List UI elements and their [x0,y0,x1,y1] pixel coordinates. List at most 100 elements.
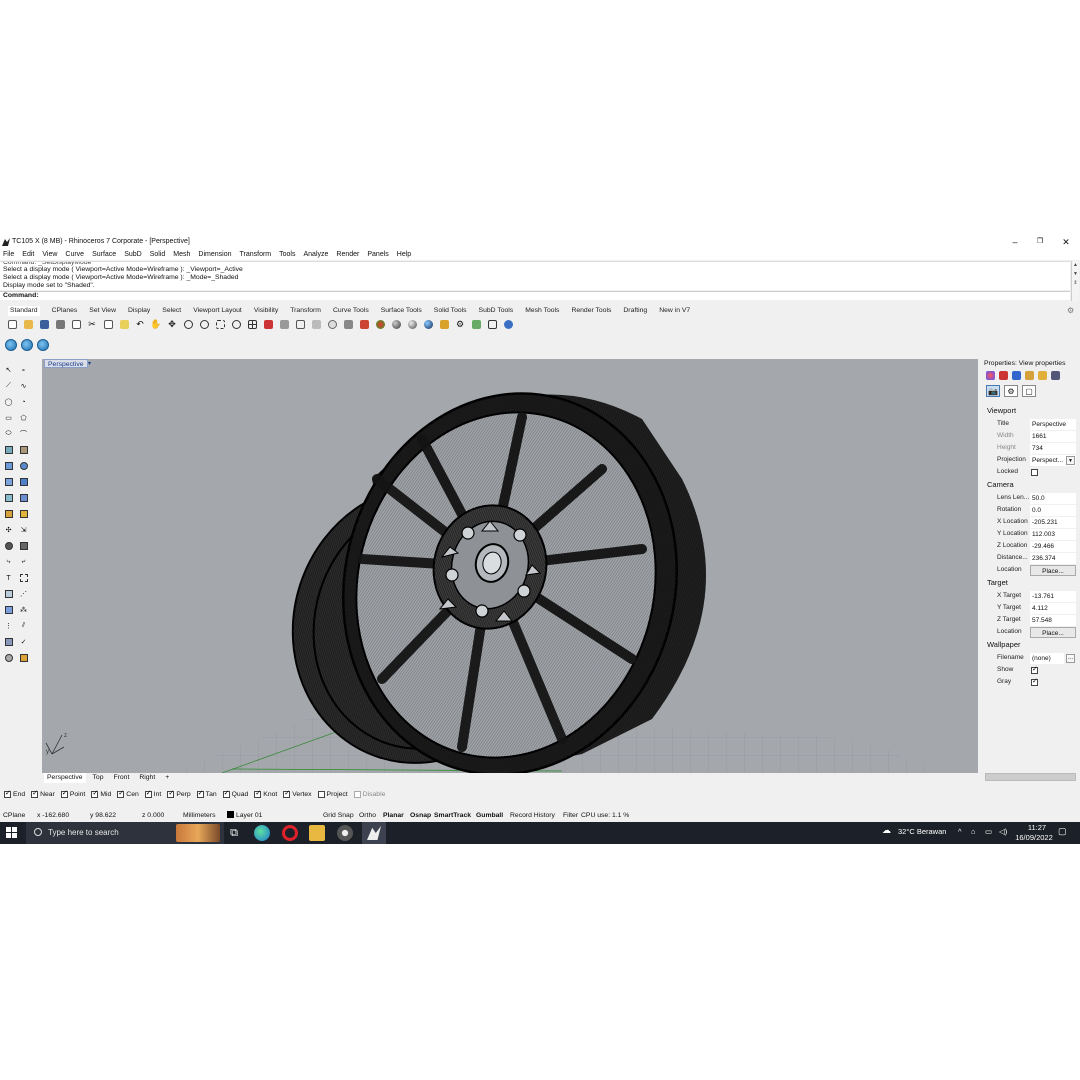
undo-icon[interactable]: ↶ [133,318,147,330]
task-view-icon[interactable]: ⧉ [226,825,242,841]
edge-browser-icon[interactable] [254,825,270,841]
select-arrow-icon[interactable]: ↖ [2,364,15,376]
text-icon[interactable]: T [2,572,15,584]
tab-drafting[interactable]: Drafting [623,306,647,316]
viewport-tab-right[interactable]: Right [136,773,158,783]
properties-icon[interactable] [469,318,483,330]
light-icon[interactable] [325,318,339,330]
render-tab-icon[interactable]: ⚙ [1004,385,1018,397]
copy-icon[interactable] [101,318,115,330]
osnap-vertex[interactable]: Vertex [283,789,312,799]
menu-curve[interactable]: Curve [65,249,84,260]
check-icon[interactable]: ✓ [17,636,30,648]
tab-solid-tools[interactable]: Solid Tools [434,306,467,316]
cut-icon[interactable]: ✂ [85,318,99,330]
checkbox[interactable] [4,789,11,798]
pan-icon[interactable]: ✋ [149,318,163,330]
clock-date[interactable]: 16/09/2022 [1014,833,1054,842]
command-scrollbar[interactable]: ▲ ▼ ⇕ [1071,261,1079,301]
close-icon[interactable]: ✕ [1053,236,1079,248]
tab-select[interactable]: Select [162,306,181,316]
hatch-icon[interactable] [17,572,30,584]
osnap-end[interactable]: End [4,789,25,799]
grid-options-icon[interactable] [293,318,307,330]
osnap-int[interactable]: Int [144,789,161,799]
settings-gear-icon[interactable]: ⚙ [453,318,467,330]
history-toggle-icon[interactable] [37,339,49,351]
viewport-title[interactable]: Perspective [44,359,88,368]
move-icon[interactable]: ✣ [2,524,15,536]
minimize-icon[interactable]: – [1002,236,1028,248]
lock-icon[interactable] [341,318,355,330]
wheel-model-render[interactable]: z y [42,359,978,773]
osnap-knot[interactable]: Knot [254,789,277,799]
menu-help[interactable]: Help [397,249,411,260]
checkbox[interactable] [144,789,152,798]
viewport-tab-perspective[interactable]: Perspective [44,773,86,783]
taskbar-search[interactable]: Type here to search [26,822,224,844]
ortho-toggle[interactable]: Ortho [359,811,383,821]
offset-icon[interactable]: ⫽ [17,620,30,632]
camera-tab-icon[interactable]: 📷 [986,385,1000,397]
osnap-toggle-icon[interactable] [5,339,17,351]
zoom-window-icon[interactable] [197,318,211,330]
restore-icon[interactable]: ❐ [1027,236,1053,248]
material-icon[interactable] [373,318,387,330]
scroll-expand-icon[interactable]: ⇕ [1072,279,1079,288]
checkbox[interactable] [91,789,99,798]
command-line[interactable]: Command: [0,291,1070,300]
tab-subd-tools[interactable]: SubD Tools [479,306,514,316]
tab-set-view[interactable]: Set View [89,306,116,316]
polygon-icon[interactable]: ⬠ [17,412,30,424]
viewport-tab-top[interactable]: Top [90,773,107,783]
four-viewports-icon[interactable] [245,318,259,330]
split-icon[interactable]: ⤷ [2,556,15,568]
layers-panel-icon[interactable] [999,371,1008,380]
menu-edit[interactable]: Edit [22,249,34,260]
group-icon[interactable] [2,588,15,600]
osnap-point[interactable]: Point [60,789,85,799]
menu-render[interactable]: Render [336,249,359,260]
menu-tools[interactable]: Tools [279,249,295,260]
layout-icon[interactable] [485,318,499,330]
battery-icon[interactable]: ▭ [985,827,992,836]
curve-icon[interactable]: ∿ [17,380,30,392]
polyline-icon[interactable]: ⟋ [2,380,15,392]
block-icon[interactable] [2,604,15,616]
add-viewport-tab-icon[interactable]: + [162,773,172,783]
media-app-icon[interactable] [337,825,353,841]
menu-transform[interactable]: Transform [240,249,272,260]
transform-icon[interactable] [2,508,15,520]
locked-checkbox[interactable] [1031,469,1038,476]
status-layer[interactable]: Layer 01 [227,811,323,821]
menu-dimension[interactable]: Dimension [198,249,231,260]
ellipse-icon[interactable]: ⬭ [2,428,15,440]
osnap-mid[interactable]: Mid [91,789,111,799]
select-icon[interactable] [277,318,291,330]
join-icon[interactable]: ⤶ [17,556,30,568]
toolbar-gear-icon[interactable]: ⚙ [1067,306,1074,315]
tab-viewport-layout[interactable]: Viewport Layout [193,306,242,316]
status-units[interactable]: Millimeters [183,811,227,821]
array-icon[interactable] [17,508,30,520]
box-icon[interactable] [2,460,15,472]
zoom-extents-icon[interactable] [213,318,227,330]
dimension-icon[interactable] [2,540,15,552]
gumball-toggle-icon[interactable] [21,339,33,351]
tab-visibility[interactable]: Visibility [254,306,278,316]
checkbox[interactable] [353,790,361,798]
grid-snap-toggle[interactable]: Grid Snap [323,811,359,821]
menu-subd[interactable]: SubD [124,249,142,260]
options-icon[interactable] [437,318,451,330]
point-icon[interactable]: ∘ [17,364,30,376]
boolean-icon[interactable] [17,460,30,472]
checkbox[interactable] [283,789,291,798]
gumball-toggle[interactable]: Gumball [476,811,510,821]
zoom-icon[interactable] [181,318,195,330]
import-icon[interactable] [69,318,83,330]
named-views-panel-icon[interactable] [1051,371,1060,380]
surface-icon[interactable] [2,444,15,456]
menu-file[interactable]: File [3,249,14,260]
rectangle-icon[interactable]: ▭ [2,412,15,424]
fillet-icon[interactable]: ⌒ [17,428,30,440]
